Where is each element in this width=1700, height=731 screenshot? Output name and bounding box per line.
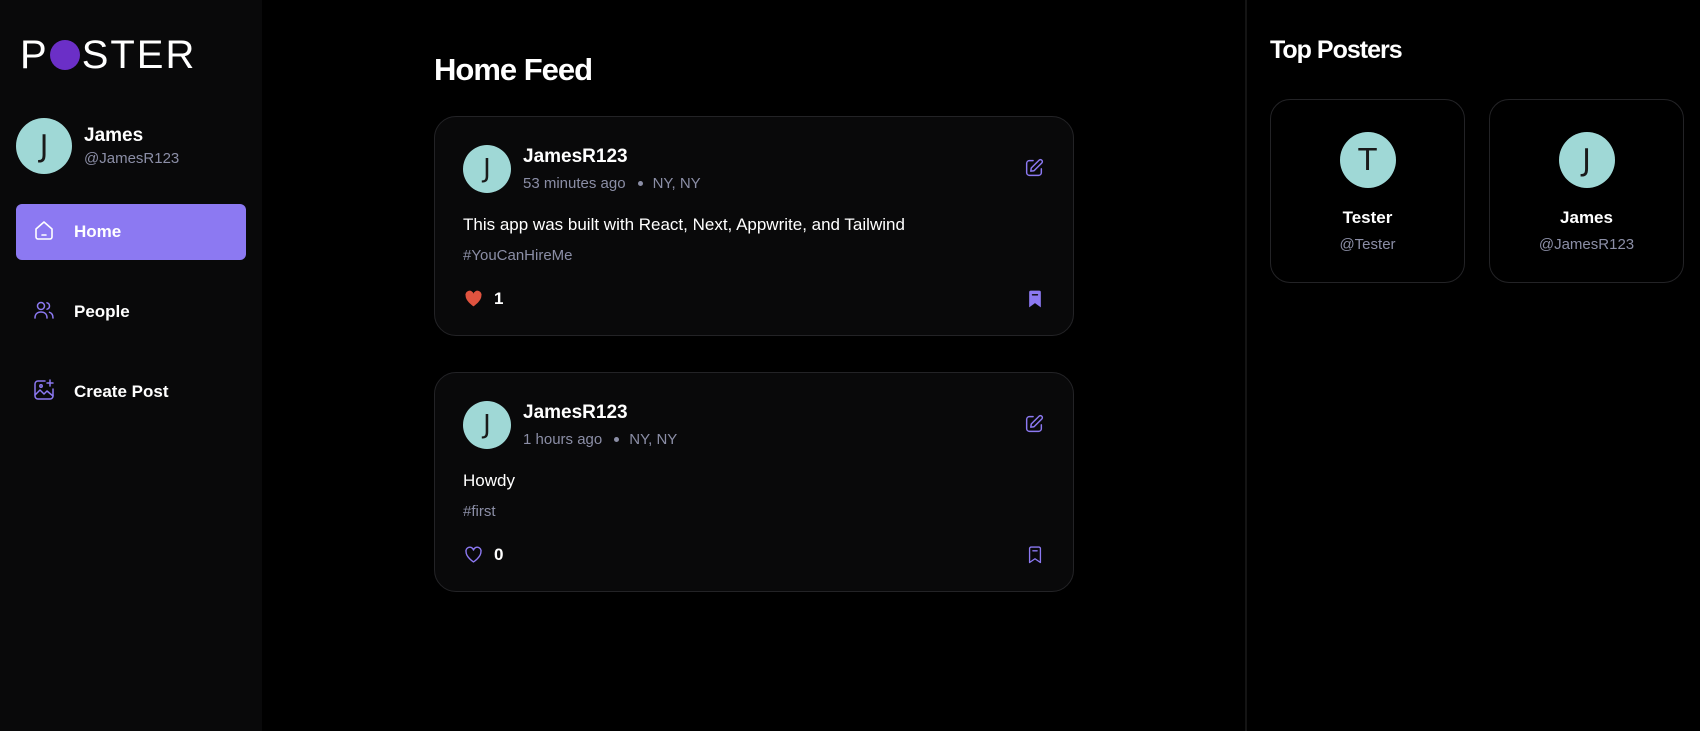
post-meta: JamesR123 1 hours ago NY, NY [523,402,677,448]
avatar: J [16,118,72,174]
edit-icon [1025,158,1044,177]
nav-item-create-post[interactable]: Create Post [16,364,246,420]
top-posters-title: Top Posters [1270,36,1403,64]
app-logo[interactable]: P STER [16,33,246,77]
post-author-name[interactable]: JamesR123 [523,402,677,424]
nav-label-people: People [74,302,130,321]
save-post-button[interactable] [1025,545,1045,565]
post-location: NY, NY [652,175,701,192]
nav-item-people[interactable]: People [16,284,246,340]
post-card: J JamesR123 53 minutes ago NY, NY This a… [434,116,1074,336]
like-count: 0 [494,544,504,564]
logo-letters: STER [81,33,197,77]
post-subline: 1 hours ago NY, NY [523,431,677,448]
heart-filled-icon [465,290,482,307]
post-header: J JamesR123 53 minutes ago NY, NY [463,145,1045,193]
top-posters-panel: Top Posters T Tester @Tester J James @Ja… [1247,0,1700,731]
heart-outline-icon [465,546,482,563]
post-author-name[interactable]: JamesR123 [523,146,701,168]
poster-handle: @JamesR123 [1538,236,1635,253]
post-meta: JamesR123 53 minutes ago NY, NY [523,146,701,192]
poster-name: James [1560,208,1613,227]
profile-name: James [84,125,144,146]
poster-card[interactable]: J James @JamesR123 [1489,99,1684,283]
post-location: NY, NY [629,431,678,448]
home-icon [32,218,56,247]
home-feed: Home Feed J JamesR123 53 minutes ago NY,… [262,0,1247,731]
post-body: Howdy [463,471,515,490]
logo-dot-icon [49,40,80,70]
post-time: 1 hours ago [523,431,603,448]
edit-icon [1025,414,1044,433]
poster-name: Tester [1342,208,1393,227]
nav-item-home[interactable]: Home [16,204,246,260]
avatar: J [1558,132,1615,188]
like-count: 1 [494,288,504,308]
edit-post-button[interactable] [1023,413,1045,435]
post-hashtag[interactable]: #YouCanHireMe [463,247,1045,264]
separator-dot-icon [614,437,620,442]
current-user-profile[interactable]: J James @JamesR123 [16,118,246,174]
post-header: J JamesR123 1 hours ago NY, NY [463,401,1045,449]
post-actions: 1 [463,288,1045,309]
top-posters-list: T Tester @Tester J James @JamesR123 [1270,99,1700,283]
poster-handle: @Tester [1339,236,1396,253]
logo-letter-p: P [20,33,49,77]
profile-handle: @JamesR123 [84,150,180,167]
save-post-button[interactable] [1025,289,1045,309]
bookmark-outline-icon [1028,545,1042,563]
avatar: T [1339,132,1396,188]
post-time: 53 minutes ago [523,175,626,192]
post-author-avatar[interactable]: J [463,145,511,193]
main-nav: Home People Create Post [16,204,246,420]
post-card: J JamesR123 1 hours ago NY, NY Howdy #fi… [434,372,1074,592]
like-button[interactable]: 1 [463,288,503,309]
app-root: P STER J James @JamesR123 Home People Cr… [0,0,1700,731]
post-subline: 53 minutes ago NY, NY [523,175,701,192]
post-body: This app was built with React, Next, App… [463,215,905,234]
separator-dot-icon [637,181,643,186]
bookmark-filled-icon [1029,290,1041,307]
page-title: Home Feed [434,52,593,87]
poster-card[interactable]: T Tester @Tester [1270,99,1465,283]
edit-post-button[interactable] [1023,157,1045,179]
left-sidebar: P STER J James @JamesR123 Home People Cr… [0,0,262,731]
post-actions: 0 [463,544,1045,565]
nav-label-home: Home [74,222,122,241]
create-post-icon [32,378,56,407]
like-button[interactable]: 0 [463,544,503,565]
nav-label-create-post: Create Post [74,382,169,401]
profile-text: James @JamesR123 [84,125,179,167]
people-icon [32,298,56,327]
post-author-avatar[interactable]: J [463,401,511,449]
post-hashtag[interactable]: #first [463,503,1045,520]
